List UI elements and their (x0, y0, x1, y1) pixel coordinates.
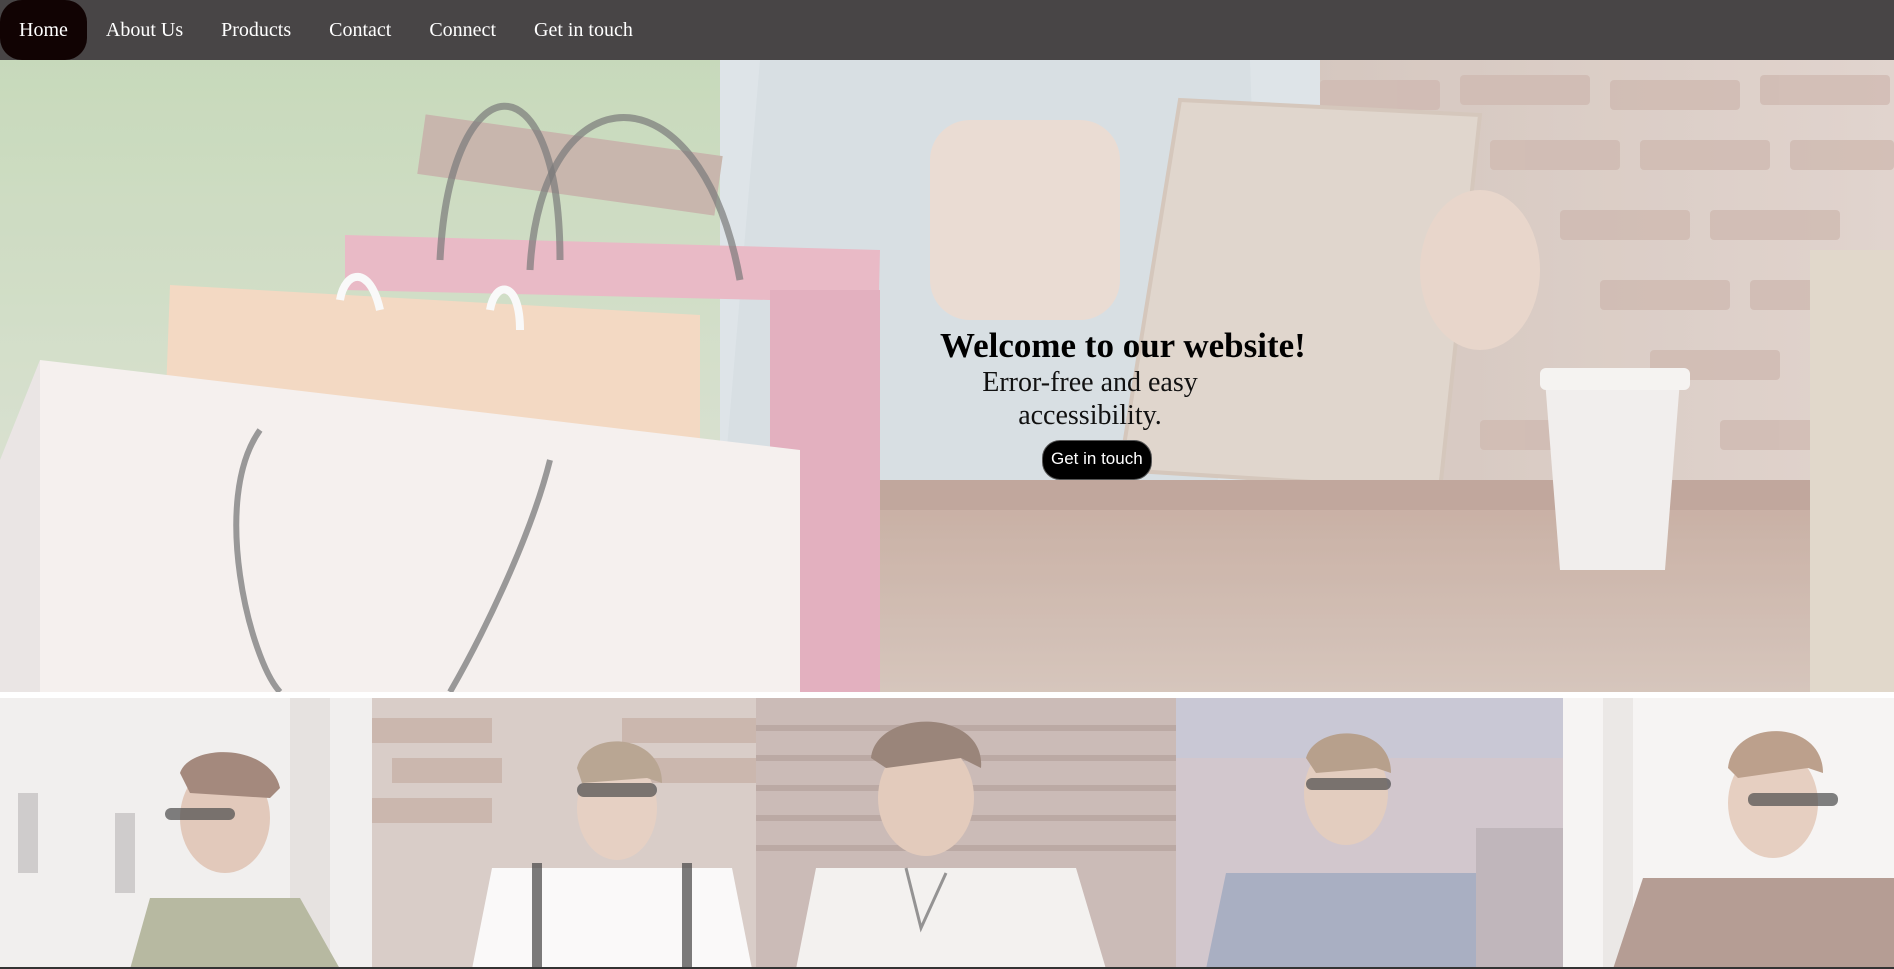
gallery-image-2 (372, 698, 756, 969)
nav-about-us[interactable]: About Us (87, 0, 202, 60)
top-navbar: Home About Us Products Contact Connect G… (0, 0, 1894, 60)
hero-banner: Welcome to our website! Error-free and e… (0, 60, 1894, 692)
gallery-image-4 (1176, 698, 1563, 969)
hero-subtitle: Error-free and easy accessibility. (982, 367, 1198, 431)
gallery-image-1 (0, 698, 372, 969)
get-in-touch-button[interactable]: Get in touch (1042, 440, 1152, 480)
nav-home[interactable]: Home (0, 0, 87, 60)
model-gallery (0, 698, 1894, 969)
hero-background-image (0, 60, 1894, 692)
nav-get-in-touch[interactable]: Get in touch (515, 0, 652, 60)
gallery-image-3 (756, 698, 1176, 969)
nav-contact[interactable]: Contact (310, 0, 410, 60)
nav-connect[interactable]: Connect (410, 0, 515, 60)
hero-title: Welcome to our website! (940, 326, 1306, 365)
nav-products[interactable]: Products (202, 0, 310, 60)
gallery-image-5 (1563, 698, 1894, 969)
